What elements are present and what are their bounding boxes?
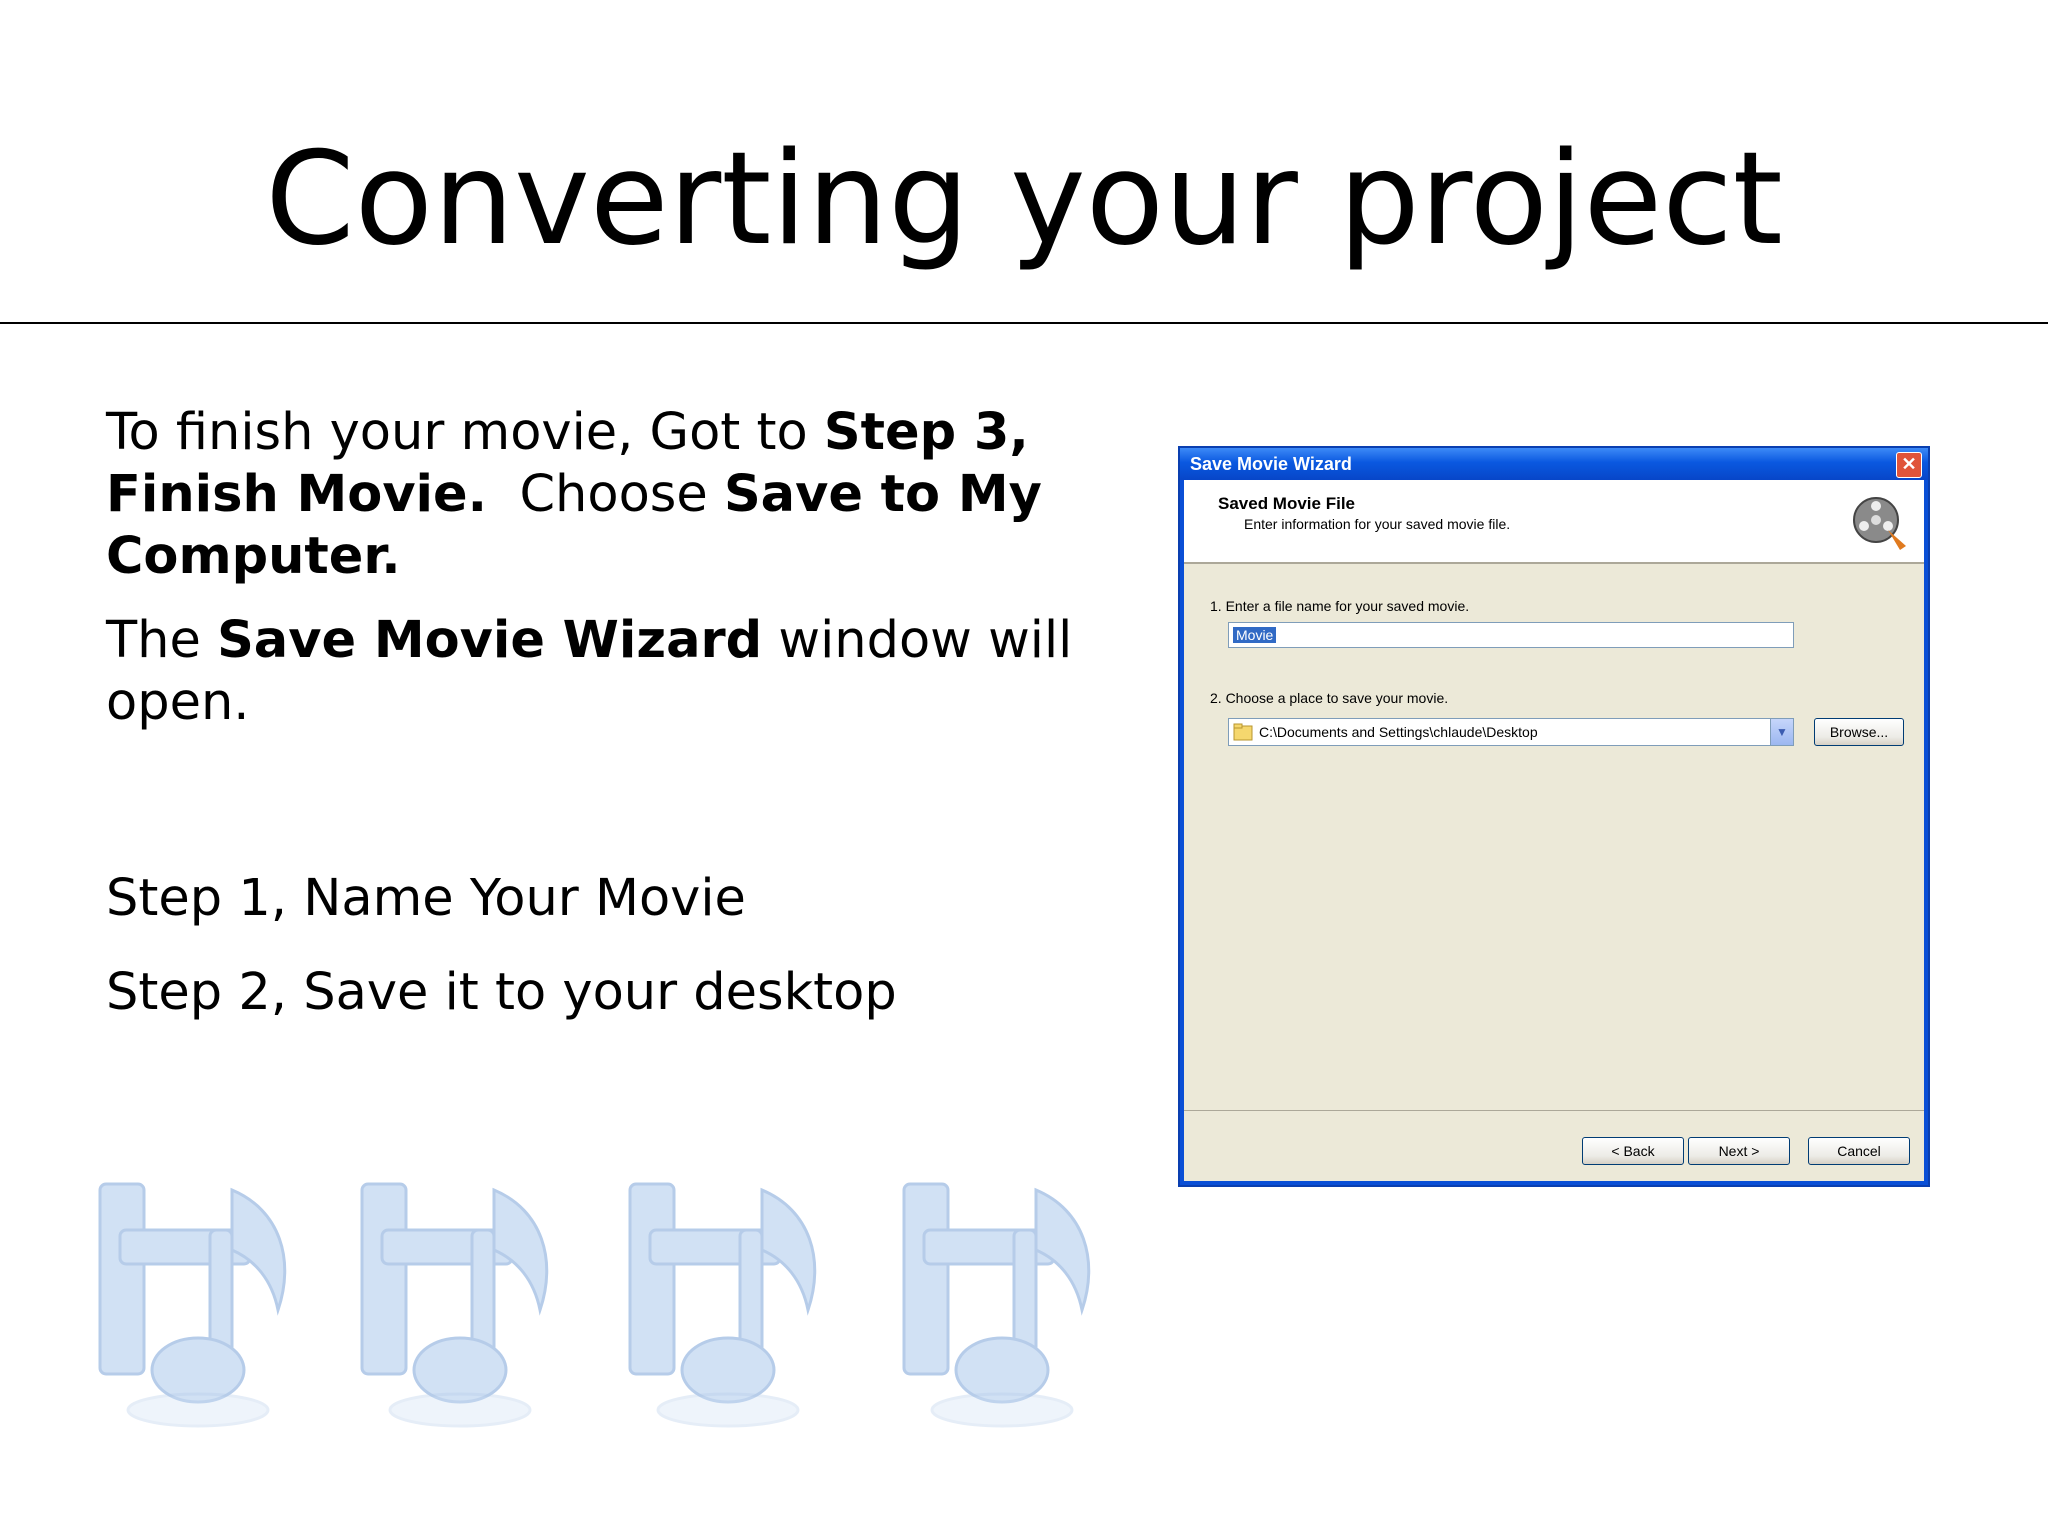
film-music-note-icon <box>902 1182 1091 1428</box>
back-button[interactable]: < Back <box>1582 1137 1684 1165</box>
step-1-text: Step 1, Name Your Movie <box>106 869 746 928</box>
file-name-label: 1. Enter a file name for your saved movi… <box>1210 598 1470 614</box>
window-titlebar[interactable]: Save Movie Wizard ✕ <box>1180 448 1928 480</box>
browse-button[interactable]: Browse... <box>1814 718 1904 746</box>
save-location-select[interactable]: C:\Documents and Settings\chlaude\Deskto… <box>1228 718 1794 746</box>
footer-divider <box>1184 1110 1924 1111</box>
header-title: Saved Movie File <box>1218 494 1355 513</box>
window-body: Saved Movie File Enter information for y… <box>1184 480 1924 1181</box>
file-name-input[interactable]: Movie <box>1228 622 1794 648</box>
window-title: Save Movie Wizard <box>1190 454 1352 474</box>
title-divider <box>0 322 2048 324</box>
folder-icon <box>1233 723 1253 741</box>
slide-body: To finish your movie, Got to Step 3, Fin… <box>106 402 1116 734</box>
chevron-down-icon[interactable]: ▼ <box>1770 719 1793 745</box>
file-name-value: Movie <box>1233 627 1277 643</box>
instruction-paragraph: To finish your movie, Got to Step 3, Fin… <box>106 402 1116 588</box>
header-subtitle: Enter information for your saved movie f… <box>1244 516 1511 532</box>
wizard-header: Saved Movie File Enter information for y… <box>1184 480 1924 564</box>
text-run: Choose <box>487 465 724 524</box>
save-movie-wizard-window: Save Movie Wizard ✕ Saved Movie File Ent… <box>1178 446 1930 1187</box>
save-location-label: 2. Choose a place to save your movie. <box>1210 690 1449 706</box>
film-music-note-icon <box>360 1182 549 1428</box>
close-icon[interactable]: ✕ <box>1896 452 1922 478</box>
bold-run: Save Movie Wizard <box>217 611 763 670</box>
slide-title: Converting your project <box>265 125 1783 274</box>
save-location-value: C:\Documents and Settings\chlaude\Deskto… <box>1259 724 1538 740</box>
decorative-notes <box>80 1170 1120 1430</box>
wizard-paragraph: The Save Movie Wizard window will open. <box>106 610 1116 734</box>
film-music-note-icon <box>98 1182 287 1428</box>
step-2-text: Step 2, Save it to your desktop <box>106 963 897 1022</box>
next-button[interactable]: Next > <box>1688 1137 1790 1165</box>
film-music-note-icon <box>628 1182 817 1428</box>
text-run: To finish your movie, Got to <box>106 403 824 462</box>
film-reel-icon <box>1853 497 1906 550</box>
cancel-button[interactable]: Cancel <box>1808 1137 1910 1165</box>
text-run: The <box>106 611 218 670</box>
